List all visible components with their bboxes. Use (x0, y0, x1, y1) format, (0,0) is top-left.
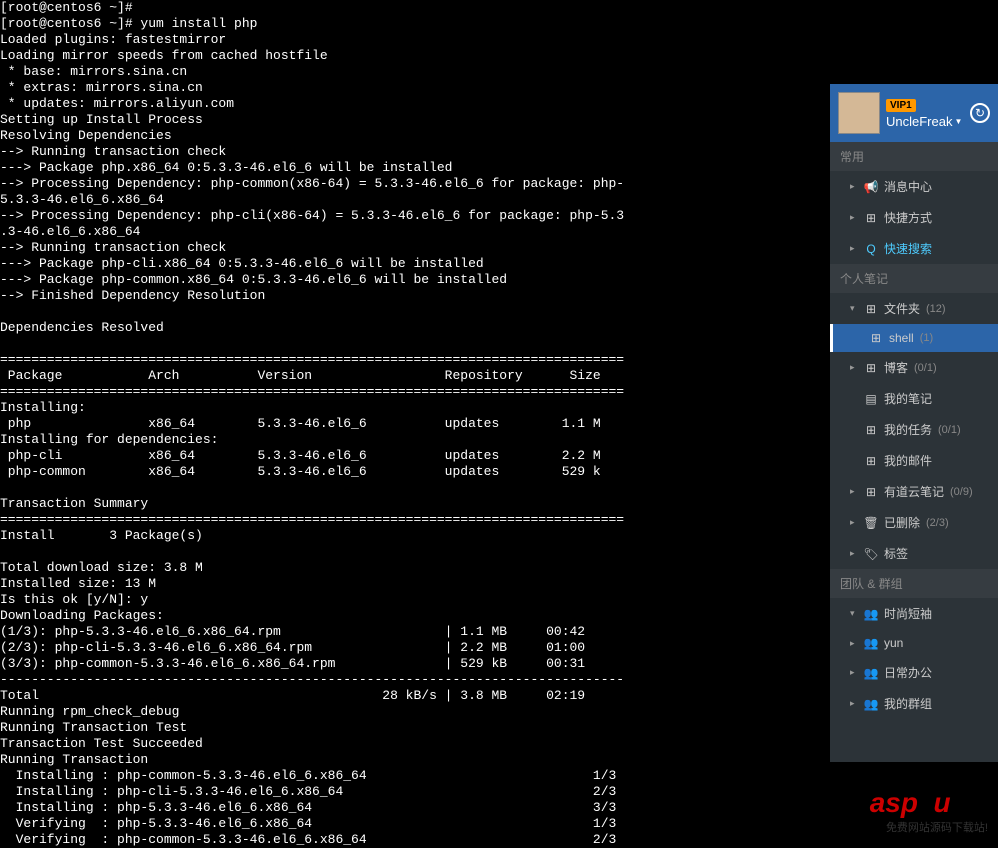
menu-label: yun (884, 636, 903, 650)
menu-label: 快速搜索 (884, 240, 932, 257)
menu-deleted[interactable]: ▸ 🗑 已删除 (2/3) (830, 507, 998, 538)
search-icon: Q (864, 242, 878, 256)
group-icon: 👥 (864, 607, 878, 621)
count-badge: (0/1) (938, 424, 961, 436)
menu-label: 日常办公 (884, 664, 932, 681)
menu-yun[interactable]: ▸ 👥 yun (830, 629, 998, 657)
tag-icon: 🏷 (864, 547, 878, 561)
group-icon: 👥 (864, 636, 878, 650)
note-icon: ▤ (864, 392, 878, 406)
watermark-logo: aspku.com 免费网站源码下载站! (870, 787, 988, 835)
section-common: 常用 (830, 142, 998, 171)
chevron-down-icon: ▼ (954, 117, 962, 126)
menu-label: 我的群组 (884, 695, 932, 712)
announce-icon: 📢 (864, 180, 878, 194)
menu-label: shell (889, 331, 914, 345)
sync-icon[interactable]: ↻ (970, 103, 990, 123)
chevron-right-icon: ▸ (850, 362, 858, 373)
menu-label: 已删除 (884, 514, 920, 531)
folder-icon: ⊞ (864, 302, 878, 316)
chevron-right-icon: ▸ (850, 548, 858, 559)
menu-label: 标签 (884, 545, 908, 562)
folder-icon: ⊞ (869, 331, 883, 345)
chevron-right-icon: ▸ (850, 517, 858, 528)
count-badge: (1) (920, 332, 933, 344)
menu-label: 时尚短袖 (884, 605, 932, 622)
chevron-right-icon: ▸ (850, 212, 858, 223)
chevron-right-icon: ▸ (850, 243, 858, 254)
menu-mynotes[interactable]: ▤ 我的笔记 (830, 383, 998, 414)
menu-label: 我的笔记 (884, 390, 932, 407)
count-badge: (12) (926, 303, 946, 315)
menu-label: 有道云笔记 (884, 483, 944, 500)
chevron-right-icon: ▸ (850, 181, 858, 192)
menu-shell[interactable]: ⊞ shell (1) (830, 324, 998, 352)
logo-text: aspku.com (870, 787, 988, 819)
menu-label: 快捷方式 (884, 209, 932, 226)
count-badge: (0/9) (950, 486, 973, 498)
terminal-output[interactable]: [root@centos6 ~]# [root@centos6 ~]# yum … (0, 0, 830, 845)
menu-folder[interactable]: ▾ ⊞ 文件夹 (12) (830, 293, 998, 324)
chevron-right-icon: ▸ (850, 486, 858, 497)
user-panel: VIP1 UncleFreak ▼ ↻ (830, 84, 998, 142)
chevron-right-icon: ▸ (850, 638, 858, 649)
grid-icon: ⊞ (864, 211, 878, 225)
count-badge: (2/3) (926, 517, 949, 529)
menu-blog[interactable]: ▸ ⊞ 博客 (0/1) (830, 352, 998, 383)
menu-label: 文件夹 (884, 300, 920, 317)
group-icon: 👥 (864, 697, 878, 711)
group-icon: 👥 (864, 666, 878, 680)
menu-label: 消息中心 (884, 178, 932, 195)
section-notes: 个人笔记 (830, 264, 998, 293)
menu-quick-search[interactable]: ▸ Q 快速搜索 (830, 233, 998, 264)
menu-office[interactable]: ▸ 👥 日常办公 (830, 657, 998, 688)
user-info: VIP1 UncleFreak ▼ (886, 97, 964, 129)
username-dropdown[interactable]: UncleFreak ▼ (886, 114, 964, 129)
menu-label: 博客 (884, 359, 908, 376)
vip-badge: VIP1 (886, 99, 916, 112)
chevron-right-icon: ▸ (850, 698, 858, 709)
folder-icon: ⊞ (864, 485, 878, 499)
menu-mytasks[interactable]: ⊞ 我的任务 (0/1) (830, 414, 998, 445)
username-text: UncleFreak (886, 114, 952, 129)
sidebar: VIP1 UncleFreak ▼ ↻ 常用 ▸ 📢 消息中心 ▸ ⊞ 快捷方式… (830, 84, 998, 762)
menu-message-center[interactable]: ▸ 📢 消息中心 (830, 171, 998, 202)
section-teams: 团队 & 群组 (830, 569, 998, 598)
mail-icon: ⊞ (864, 454, 878, 468)
terminal-text: [root@centos6 ~]# [root@centos6 ~]# yum … (0, 0, 624, 847)
menu-label: 我的任务 (884, 421, 932, 438)
chevron-right-icon: ▸ (850, 667, 858, 678)
count-badge: (0/1) (914, 362, 937, 374)
menu-tags[interactable]: ▸ 🏷 标签 (830, 538, 998, 569)
chevron-down-icon: ▾ (850, 303, 858, 314)
menu-shortcuts[interactable]: ▸ ⊞ 快捷方式 (830, 202, 998, 233)
menu-fashion[interactable]: ▾ 👥 时尚短袖 (830, 598, 998, 629)
menu-mygroups[interactable]: ▸ 👥 我的群组 (830, 688, 998, 719)
menu-mymail[interactable]: ⊞ 我的邮件 (830, 445, 998, 476)
menu-label: 我的邮件 (884, 452, 932, 469)
folder-icon: ⊞ (864, 361, 878, 375)
avatar[interactable] (838, 92, 880, 134)
trash-icon: 🗑 (864, 516, 878, 530)
task-icon: ⊞ (864, 423, 878, 437)
logo-subtitle: 免费网站源码下载站! (870, 819, 988, 835)
menu-youdao[interactable]: ▸ ⊞ 有道云笔记 (0/9) (830, 476, 998, 507)
chevron-down-icon: ▾ (850, 608, 858, 619)
